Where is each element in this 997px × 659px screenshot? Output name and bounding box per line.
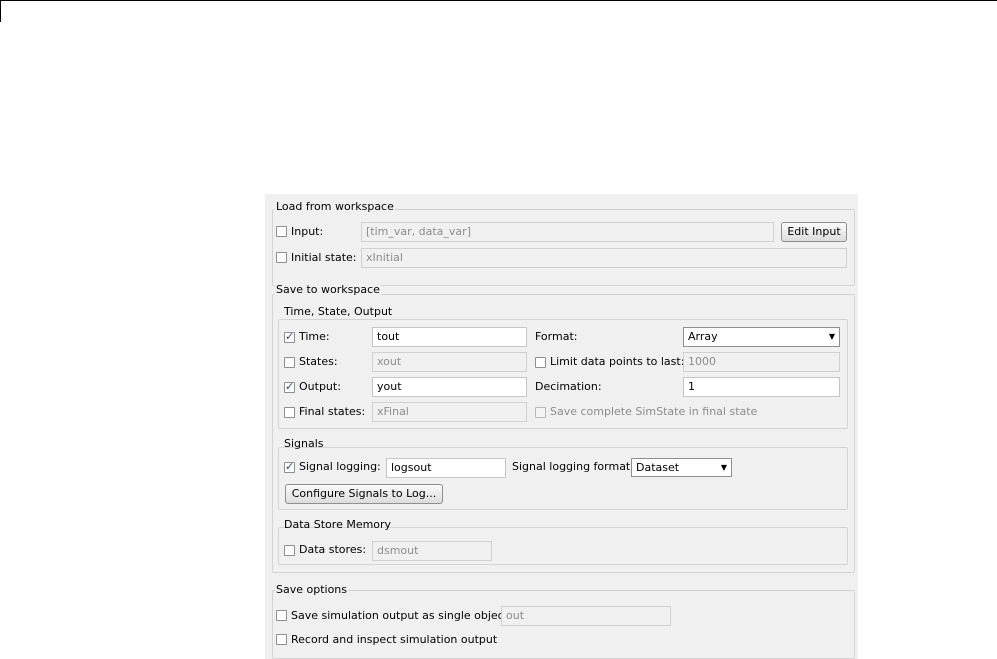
limit-data-points-checkbox[interactable] <box>535 357 546 368</box>
record-inspect-label: Record and inspect simulation output <box>291 633 498 646</box>
format-value: Array <box>688 330 718 343</box>
final-states-label: Final states: <box>299 405 366 418</box>
checkmark-icon: ✓ <box>285 330 295 343</box>
save-to-workspace-title: Save to workspace <box>275 283 381 296</box>
input-checkbox[interactable] <box>276 226 287 237</box>
save-simstate-label: Save complete SimState in final state <box>550 405 758 418</box>
signal-logging-label: Signal logging: <box>299 460 381 473</box>
data-stores-field[interactable]: dsmout <box>372 541 492 561</box>
chevron-down-icon: ▼ <box>828 332 835 341</box>
checkmark-icon: ✓ <box>285 460 295 473</box>
time-checkbox[interactable]: ✓ <box>284 330 295 343</box>
save-single-object-checkbox[interactable] <box>276 610 287 621</box>
time-state-output-title: Time, State, Output <box>284 305 393 318</box>
signal-logging-format-dropdown[interactable]: Dataset ▼ <box>631 458 732 477</box>
record-inspect-checkbox[interactable] <box>276 634 287 645</box>
signal-logging-checkbox[interactable]: ✓ <box>284 460 295 473</box>
initial-state-checkbox[interactable] <box>276 252 287 263</box>
time-field[interactable]: tout <box>372 327 527 347</box>
format-dropdown[interactable]: Array ▼ <box>683 327 840 347</box>
input-label: Input: <box>291 225 324 238</box>
page-top-border <box>0 0 997 1</box>
final-states-field[interactable]: xFinal <box>372 402 527 422</box>
load-from-workspace-title: Load from workspace <box>275 200 395 213</box>
output-checkbox[interactable]: ✓ <box>284 380 295 393</box>
limit-data-points-label: Limit data points to last: <box>550 355 685 368</box>
initial-state-field[interactable]: xInitial <box>361 248 847 268</box>
save-single-object-field[interactable]: out <box>501 606 671 626</box>
output-field[interactable]: yout <box>372 377 527 397</box>
limit-data-points-field[interactable]: 1000 <box>683 352 840 372</box>
data-stores-label: Data stores: <box>299 543 367 556</box>
save-single-object-label: Save simulation output as single object <box>291 609 509 622</box>
save-simstate-checkbox[interactable] <box>535 407 546 418</box>
format-label: Format: <box>535 330 578 343</box>
decimation-label: Decimation: <box>535 380 602 393</box>
page-corner-mark <box>0 0 1 22</box>
output-label: Output: <box>299 380 341 393</box>
data-import-export-pane: Load from workspace Input: [tim_var, dat… <box>265 194 858 659</box>
signal-logging-field[interactable]: logsout <box>386 458 506 478</box>
data-stores-checkbox[interactable] <box>284 545 295 556</box>
decimation-field[interactable]: 1 <box>683 377 840 397</box>
signals-title: Signals <box>284 437 324 450</box>
states-checkbox[interactable] <box>284 357 295 368</box>
final-states-checkbox[interactable] <box>284 407 295 418</box>
configure-signals-button[interactable]: Configure Signals to Log... <box>285 484 443 504</box>
save-options-title: Save options <box>275 583 349 596</box>
data-store-memory-title: Data Store Memory <box>284 518 392 531</box>
edit-input-button[interactable]: Edit Input <box>781 222 847 242</box>
time-label: Time: <box>299 330 330 343</box>
states-label: States: <box>299 355 338 368</box>
signal-logging-format-label: Signal logging format: <box>512 460 634 473</box>
checkmark-icon: ✓ <box>285 380 295 393</box>
chevron-down-icon: ▼ <box>720 463 727 472</box>
input-field[interactable]: [tim_var, data_var] <box>361 222 774 242</box>
states-field[interactable]: xout <box>372 352 527 372</box>
initial-state-label: Initial state: <box>291 251 357 264</box>
signal-logging-format-value: Dataset <box>636 461 680 474</box>
